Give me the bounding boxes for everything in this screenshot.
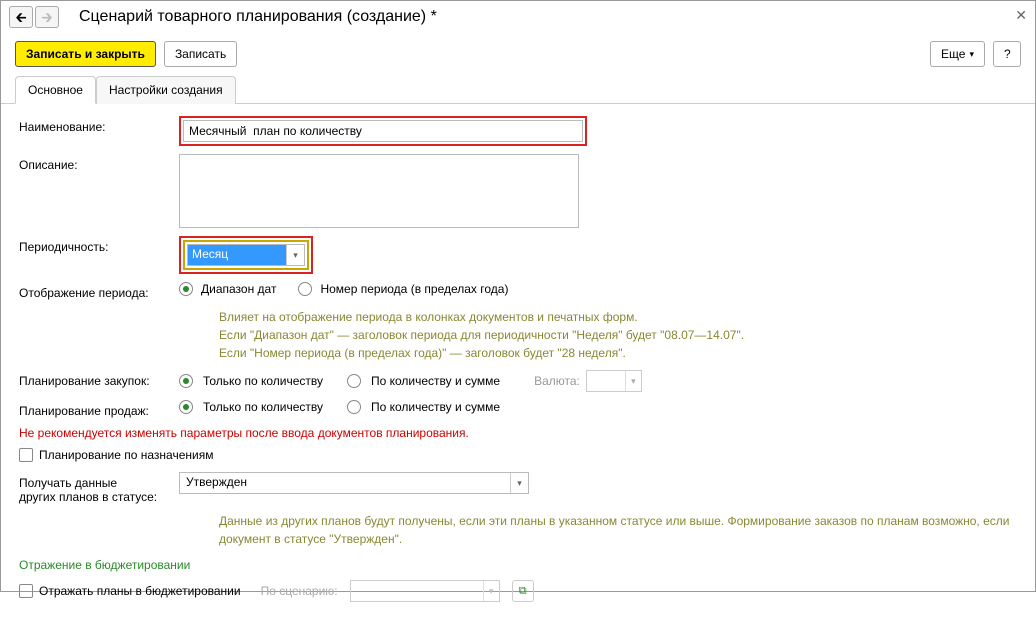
- display-hint1: Влияет на отображение периода в колонках…: [219, 308, 1017, 326]
- budget-check-label: Отражать планы в бюджетировании: [39, 584, 241, 598]
- chevron-down-icon[interactable]: ▾: [510, 473, 528, 493]
- name-highlight: [179, 116, 587, 146]
- chevron-down-icon: ▾: [625, 371, 641, 391]
- content: Наименование: Описание: Периодичность: М…: [1, 104, 1035, 624]
- display-opt2: Номер периода (в пределах года): [320, 282, 508, 296]
- display-radio-range[interactable]: [179, 282, 193, 296]
- display-radio-number[interactable]: [298, 282, 312, 296]
- toolbar: Записать и закрыть Записать Еще▾ ?: [1, 33, 1035, 75]
- status-hint: Данные из других планов будут получены, …: [219, 512, 1017, 548]
- desc-label: Описание:: [19, 154, 179, 172]
- sales-radio-qtysum[interactable]: [347, 400, 361, 414]
- purch-radio-qty[interactable]: [179, 374, 193, 388]
- scenario-select: ▾: [350, 580, 500, 602]
- budget-checkbox[interactable]: [19, 584, 33, 598]
- period-label: Периодичность:: [19, 236, 179, 254]
- chevron-down-icon: ▾: [483, 581, 499, 601]
- tab-main[interactable]: Основное: [15, 76, 96, 104]
- by-purpose-checkbox[interactable]: [19, 448, 33, 462]
- save-button[interactable]: Записать: [164, 41, 237, 67]
- nav-back-button[interactable]: 🡰: [9, 6, 33, 28]
- warning-text: Не рекомендуется изменять параметры посл…: [19, 426, 1017, 440]
- chevron-down-icon: ▾: [969, 49, 974, 60]
- purch-radio-qtysum[interactable]: [347, 374, 361, 388]
- nav-forward-button[interactable]: 🡲: [35, 6, 59, 28]
- sales-radio-qty[interactable]: [179, 400, 193, 414]
- display-hint3: Если "Номер периода (в пределах года)" —…: [219, 344, 1017, 362]
- window-title: Сценарий товарного планирования (создани…: [79, 8, 437, 26]
- purch-opt2: По количеству и сумме: [371, 374, 500, 388]
- tabs: Основное Настройки создания: [1, 75, 1035, 104]
- period-value: Месяц: [188, 245, 286, 265]
- sales-opt1: Только по количеству: [203, 400, 323, 414]
- sales-opt2: По количеству и сумме: [371, 400, 500, 414]
- name-label: Наименование:: [19, 116, 179, 134]
- scenario-open-button[interactable]: ⧉: [512, 580, 534, 602]
- titlebar: 🡰 🡲 Сценарий товарного планирования (соз…: [1, 1, 1035, 33]
- display-hint2: Если "Диапазон дат" — заголовок периода …: [219, 326, 1017, 344]
- other-plans-label: Получать данные других планов в статусе:: [19, 472, 179, 504]
- more-button[interactable]: Еще▾: [930, 41, 985, 67]
- purch-opt1: Только по количеству: [203, 374, 323, 388]
- currency-label: Валюта:: [534, 374, 580, 388]
- status-value: Утвержден: [180, 473, 510, 493]
- sales-label: Планирование продаж:: [19, 400, 179, 418]
- close-icon[interactable]: ✕: [1015, 7, 1027, 24]
- currency-select: ▾: [586, 370, 642, 392]
- status-select[interactable]: Утвержден ▾: [179, 472, 529, 494]
- period-select[interactable]: Месяц ▾: [187, 244, 305, 266]
- name-input[interactable]: [183, 120, 583, 142]
- chevron-down-icon[interactable]: ▾: [286, 245, 304, 265]
- display-label: Отображение периода:: [19, 282, 179, 300]
- save-close-button[interactable]: Записать и закрыть: [15, 41, 156, 67]
- scenario-label: По сценарию:: [261, 584, 338, 598]
- period-highlight: Месяц ▾: [179, 236, 313, 274]
- tab-settings[interactable]: Настройки создания: [96, 76, 236, 104]
- display-opt1: Диапазон дат: [201, 282, 276, 296]
- purch-label: Планирование закупок:: [19, 370, 179, 388]
- help-button[interactable]: ?: [993, 41, 1021, 67]
- desc-input[interactable]: [179, 154, 579, 228]
- by-purpose-label: Планирование по назначениям: [39, 448, 213, 462]
- period-focus: Месяц ▾: [183, 240, 309, 270]
- budget-section-title: Отражение в бюджетировании: [19, 558, 1017, 572]
- window: 🡰 🡲 Сценарий товарного планирования (соз…: [0, 0, 1036, 592]
